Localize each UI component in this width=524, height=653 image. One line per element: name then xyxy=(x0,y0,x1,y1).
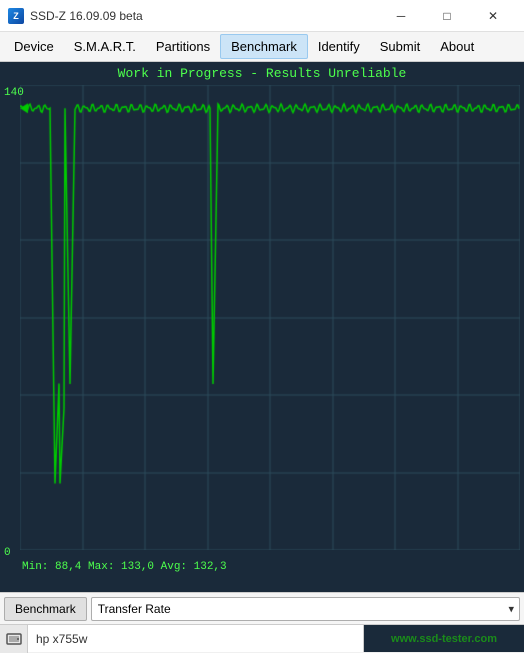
close-button[interactable]: ✕ xyxy=(470,0,516,32)
app-icon: Z xyxy=(8,8,24,24)
window-controls: ─ □ ✕ xyxy=(378,0,516,32)
chart-container: Work in Progress - Results Unreliable 14… xyxy=(0,62,524,592)
menu-submit[interactable]: Submit xyxy=(370,35,430,58)
dropdown-wrapper: Transfer Rate IOPS Latency ▾ xyxy=(91,597,520,621)
chart-title: Work in Progress - Results Unreliable xyxy=(0,62,524,85)
y-axis-bottom: 0 xyxy=(4,547,11,559)
menu-bar: Device S.M.A.R.T. Partitions Benchmark I… xyxy=(0,32,524,62)
chart-stats: Min: 88,4 Max: 133,0 Avg: 132,3 xyxy=(22,561,227,573)
menu-device[interactable]: Device xyxy=(4,35,64,58)
device-icon xyxy=(6,631,22,647)
menu-smart[interactable]: S.M.A.R.T. xyxy=(64,35,146,58)
bottom-toolbar: Benchmark Transfer Rate IOPS Latency ▾ xyxy=(0,592,524,624)
maximize-button[interactable]: □ xyxy=(424,0,470,32)
status-icon xyxy=(0,625,28,653)
device-name: hp x755w xyxy=(28,625,364,652)
title-bar-left: Z SSD-Z 16.09.09 beta xyxy=(8,8,143,24)
y-axis-top: 140 xyxy=(4,87,24,99)
chart-type-select[interactable]: Transfer Rate IOPS Latency xyxy=(91,597,520,621)
menu-benchmark[interactable]: Benchmark xyxy=(220,34,308,59)
menu-about[interactable]: About xyxy=(430,35,484,58)
menu-partitions[interactable]: Partitions xyxy=(146,35,220,58)
benchmark-button[interactable]: Benchmark xyxy=(4,597,87,621)
benchmark-canvas xyxy=(20,85,520,550)
status-bar: hp x755w www.ssd-tester.com xyxy=(0,624,524,652)
website-link[interactable]: www.ssd-tester.com xyxy=(364,625,524,652)
app-title: SSD-Z 16.09.09 beta xyxy=(30,9,143,23)
menu-identify[interactable]: Identify xyxy=(308,35,370,58)
title-bar: Z SSD-Z 16.09.09 beta ─ □ ✕ xyxy=(0,0,524,32)
minimize-button[interactable]: ─ xyxy=(378,0,424,32)
chart-area: 140 0 Min: 88,4 Max: 133,0 Avg: 132,3 xyxy=(0,85,524,575)
